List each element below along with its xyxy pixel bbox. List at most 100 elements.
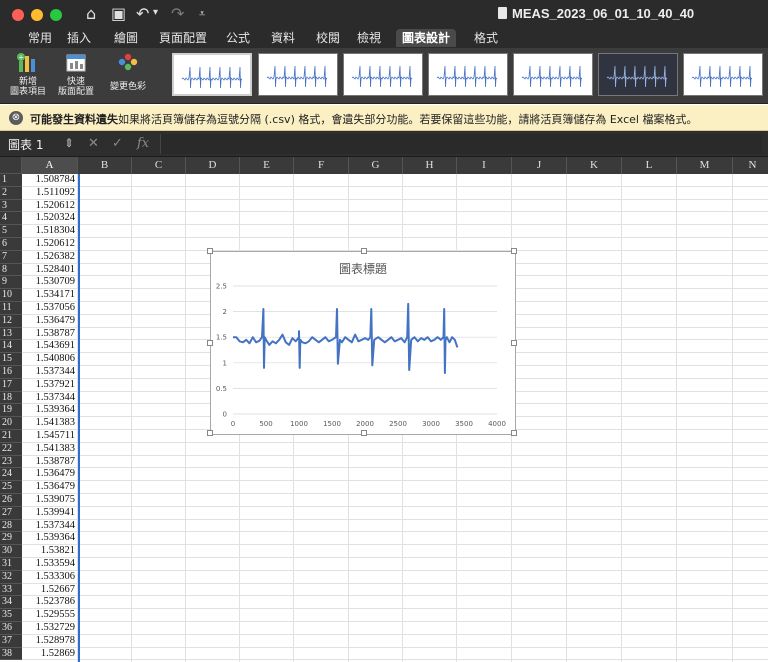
cell-a[interactable]: 1.539364 [22,532,78,546]
row-header[interactable]: 9 [0,276,22,290]
tab-1[interactable]: 插入 [61,29,97,47]
column-header-l[interactable]: L [622,157,677,174]
undo-icon[interactable]: ↶ [136,4,149,23]
chart-object[interactable]: 圖表標題 0 0.5 1 1.5 2 2.5 0 500 1000 1500 2000 2500 300… [207,248,517,436]
chart-style-thumbnail[interactable] [343,53,423,96]
row-header[interactable]: 28 [0,519,22,533]
chart-style-thumbnail[interactable] [172,53,252,96]
row-header[interactable]: 1 [0,174,22,187]
column-header-f[interactable]: F [294,157,349,174]
chart-style-thumbnail[interactable] [683,53,763,96]
cell-a[interactable]: 1.523786 [22,596,78,610]
cell-a[interactable]: 1.540806 [22,353,78,366]
row-header[interactable]: 8 [0,263,22,277]
tab-3[interactable]: 頁面配置 [153,29,213,47]
select-all-corner[interactable] [0,157,22,174]
cell-a[interactable]: 1.529555 [22,609,78,622]
row-header[interactable]: 18 [0,391,22,405]
row-header[interactable]: 17 [0,378,22,392]
row-header[interactable]: 4 [0,212,22,226]
cell-a[interactable]: 1.536479 [22,481,78,494]
confirm-icon[interactable]: ✓ [112,136,123,151]
row-header[interactable]: 3 [0,199,22,213]
worksheet-grid[interactable]: ABCDEFGHIJKLMN 1 1.508784 2 1.511092 3 1.5206… [0,157,768,662]
customize-toolbar-icon[interactable]: ⩡ [199,7,205,21]
row-header[interactable]: 15 [0,353,22,366]
cell-a[interactable]: 1.526382 [22,251,78,264]
cell-a[interactable]: 1.53821 [22,545,78,558]
cell-a[interactable]: 1.537921 [22,379,78,392]
row-header[interactable]: 20 [0,417,22,430]
name-box-stepper-icon[interactable]: ⇕ [64,136,74,150]
row-header[interactable]: 35 [0,609,22,622]
row-header[interactable]: 27 [0,506,22,520]
row-header[interactable]: 11 [0,302,22,315]
row-header[interactable]: 5 [0,225,22,238]
cell-a[interactable]: 1.537344 [22,392,78,405]
cancel-icon[interactable]: ✕ [88,136,99,151]
cell-a[interactable]: 1.520612 [22,200,78,213]
row-header[interactable]: 34 [0,596,22,610]
row-header[interactable]: 32 [0,570,22,584]
chart-resize-handle[interactable] [207,340,213,346]
row-header[interactable]: 16 [0,366,22,379]
change-colors-button[interactable]: 變更色彩 [106,52,150,92]
row-header[interactable]: 19 [0,404,22,418]
row-header[interactable]: 36 [0,622,22,635]
chart-resize-handle[interactable] [511,340,517,346]
cell-a[interactable]: 1.538787 [22,328,78,341]
chart-style-thumbnail[interactable] [428,53,508,96]
tab-8[interactable]: 圖表設計 [396,29,457,47]
row-header[interactable]: 25 [0,481,22,494]
column-header-b[interactable]: B [78,157,132,174]
row-header[interactable]: 33 [0,583,22,597]
cell-a[interactable]: 1.528978 [22,635,78,648]
cell-a[interactable]: 1.52667 [22,584,78,597]
name-box[interactable]: 圖表 1 [8,136,43,153]
tab-4[interactable]: 公式 [220,29,256,47]
cell-a[interactable]: 1.532729 [22,622,78,635]
cell-a[interactable]: 1.539941 [22,507,78,520]
column-header-j[interactable]: J [512,157,567,174]
cell-a[interactable]: 1.534171 [22,289,78,302]
row-header[interactable]: 12 [0,314,22,328]
row-header[interactable]: 2 [0,186,22,200]
cell-a[interactable]: 1.528401 [22,264,78,277]
row-header[interactable]: 22 [0,442,22,456]
cell-a[interactable]: 1.520612 [22,238,78,251]
tab-5[interactable]: 資料 [265,29,301,47]
cell-a[interactable]: 1.536479 [22,315,78,328]
cell-a[interactable]: 1.539364 [22,404,78,418]
chart-resize-handle[interactable] [511,248,517,254]
column-header-k[interactable]: K [567,157,622,174]
cell-a[interactable]: 1.533594 [22,558,78,571]
row-header[interactable]: 21 [0,430,22,443]
chart-style-thumbnail[interactable] [513,53,593,96]
row-header[interactable]: 14 [0,340,22,354]
undo-dropdown-icon[interactable]: ▾ [153,7,158,18]
tab-0[interactable]: 常用 [22,29,58,47]
tab-7[interactable]: 檢視 [351,29,387,47]
row-header[interactable]: 38 [0,647,22,661]
cell-a[interactable]: 1.541383 [22,443,78,456]
cell-a[interactable]: 1.537344 [22,366,78,379]
cell-a[interactable]: 1.533306 [22,571,78,584]
add-chart-element-button[interactable]: + 新增 圖表項目 [8,52,48,97]
save-icon[interactable]: ▣ [111,4,126,23]
row-header[interactable]: 26 [0,494,22,507]
column-header-a[interactable]: A [22,157,78,174]
cell-a[interactable]: 1.518304 [22,225,78,238]
column-header-g[interactable]: G [349,157,403,174]
cell-a[interactable]: 1.52869 [22,648,78,661]
close-window-icon[interactable] [12,9,24,21]
column-header-n[interactable]: N [733,157,768,174]
home-icon[interactable]: ⌂ [86,4,96,23]
row-header[interactable]: 37 [0,634,22,648]
row-header[interactable]: 10 [0,289,22,302]
cell-a[interactable]: 1.545711 [22,430,78,443]
row-header[interactable]: 13 [0,327,22,341]
cell-a[interactable]: 1.539075 [22,494,78,507]
cell-a[interactable]: 1.508784 [22,174,78,187]
zoom-window-icon[interactable] [50,9,62,21]
cell-a[interactable]: 1.537344 [22,520,78,533]
